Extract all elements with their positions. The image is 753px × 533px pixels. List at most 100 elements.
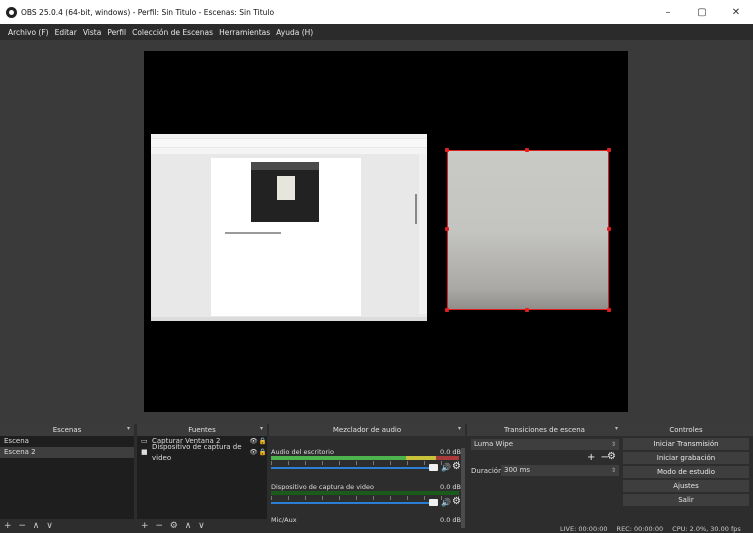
duration-label: Duración bbox=[471, 467, 503, 475]
video-capture-icon: ■ bbox=[141, 448, 148, 456]
captured-format-bar bbox=[151, 148, 427, 154]
volume-meter bbox=[271, 491, 459, 495]
sources-dock: Fuentes ▾ ▭ Capturar Ventana 2 👁 🔒 ■ Dis… bbox=[137, 424, 267, 533]
channel-db: 0.0 dB bbox=[440, 516, 461, 524]
preview-area bbox=[0, 40, 753, 424]
menu-bar: Archivo (F) Editar Vista Perfil Colecció… bbox=[0, 24, 753, 40]
scene-item-selected[interactable]: Escena 2 bbox=[0, 447, 134, 458]
volume-slider[interactable] bbox=[271, 502, 431, 504]
duration-value: 300 ms bbox=[504, 466, 531, 474]
captured-status-bar bbox=[151, 317, 427, 321]
mixer-channel: Audio del escritorio 0.0 dB 🔊 ⚙ bbox=[269, 448, 465, 480]
channel-name: Dispositivo de captura de video bbox=[271, 483, 374, 491]
window-title: OBS 25.0.4 (64-bit, windows) - Perfil: S… bbox=[21, 7, 275, 17]
resize-handle[interactable] bbox=[607, 148, 611, 152]
source-label: Dispositivo de captura de video bbox=[152, 442, 242, 462]
captured-scrollbar bbox=[415, 194, 417, 224]
volume-slider-knob[interactable] bbox=[429, 499, 438, 506]
transitions-title: Transiciones de escena bbox=[504, 426, 585, 434]
sources-toolbar[interactable]: + − ⚙ ∧ ∨ bbox=[137, 519, 267, 533]
captured-menu-bar bbox=[151, 134, 427, 138]
gear-icon[interactable]: ⚙ bbox=[452, 496, 461, 507]
gear-icon[interactable]: ⚙ bbox=[452, 461, 461, 472]
close-button[interactable]: ✕ bbox=[719, 0, 753, 24]
mixer-title: Mezclador de audio bbox=[332, 426, 402, 434]
controls-dock: Controles Iniciar Transmisión Iniciar gr… bbox=[619, 424, 753, 533]
start-recording-button[interactable]: Iniciar grabación bbox=[623, 452, 749, 464]
menu-editar[interactable]: Editar bbox=[55, 28, 77, 37]
channel-name: Mic/Aux bbox=[271, 516, 297, 524]
window-capture-source[interactable] bbox=[151, 134, 427, 321]
lock-icon[interactable]: 🔒 bbox=[258, 436, 267, 447]
resize-handle[interactable] bbox=[607, 308, 611, 312]
settings-button[interactable]: Ajustes bbox=[623, 480, 749, 492]
channel-name: Audio del escritorio bbox=[271, 448, 334, 456]
title-bar: OBS 25.0.4 (64-bit, windows) - Perfil: S… bbox=[0, 0, 753, 24]
dock-menu-icon[interactable]: ▾ bbox=[127, 425, 130, 432]
minimize-button[interactable]: – bbox=[651, 0, 685, 24]
chevron-down-icon: ⇕ bbox=[610, 441, 616, 448]
channel-db: 0.0 dB bbox=[440, 483, 461, 491]
scene-item[interactable]: Escena bbox=[0, 436, 134, 447]
gear-icon[interactable]: ⚙ bbox=[607, 451, 616, 462]
visibility-eye-icon[interactable]: 👁 bbox=[249, 436, 258, 447]
mixer-channel: Dispositivo de captura de video 0.0 dB 🔊… bbox=[269, 483, 465, 515]
preview-canvas[interactable] bbox=[144, 51, 628, 412]
resize-handle[interactable] bbox=[445, 227, 449, 231]
dock-menu-icon[interactable]: ▾ bbox=[260, 425, 263, 432]
speaker-icon[interactable]: 🔊 bbox=[441, 498, 451, 507]
studio-mode-button[interactable]: Modo de estudio bbox=[623, 466, 749, 478]
live-timer: LIVE: 00:00:00 bbox=[560, 524, 608, 533]
menu-ayuda[interactable]: Ayuda (H) bbox=[276, 28, 313, 37]
speaker-icon[interactable]: 🔊 bbox=[441, 463, 451, 472]
rec-timer: REC: 00:00:00 bbox=[616, 524, 664, 533]
audio-mixer-dock: Mezclador de audio ▾ Audio del escritori… bbox=[269, 424, 465, 533]
video-capture-source[interactable] bbox=[445, 148, 611, 312]
menu-archivo[interactable]: Archivo (F) bbox=[8, 28, 49, 37]
visibility-eye-icon[interactable]: 👁 bbox=[249, 447, 258, 458]
captured-toolbar bbox=[151, 139, 427, 147]
captured-sidebar bbox=[419, 154, 427, 314]
scenes-dock: Escenas ▾ Escena Escena 2 + − ∧ ∨ bbox=[0, 424, 134, 533]
mixer-channel: Mic/Aux 0.0 dB bbox=[269, 516, 465, 524]
window-controls: – ▢ ✕ bbox=[651, 0, 753, 24]
scenes-list: Escena Escena 2 bbox=[0, 436, 134, 519]
menu-perfil[interactable]: Perfil bbox=[107, 28, 126, 37]
resize-handle[interactable] bbox=[607, 227, 611, 231]
controls-title: Controles bbox=[669, 426, 703, 434]
captured-document-page bbox=[211, 158, 361, 316]
dock-menu-icon[interactable]: ▾ bbox=[458, 425, 461, 432]
duration-input[interactable]: 300 ms ⇕ bbox=[501, 465, 619, 476]
source-item[interactable]: ■ Dispositivo de captura de video 👁 🔒 bbox=[137, 443, 267, 462]
volume-slider[interactable] bbox=[271, 467, 431, 469]
resize-handle[interactable] bbox=[525, 308, 529, 312]
start-streaming-button[interactable]: Iniciar Transmisión bbox=[623, 438, 749, 450]
scenes-header: Escenas ▾ bbox=[0, 424, 134, 436]
menu-herramientas[interactable]: Herramientas bbox=[219, 28, 270, 37]
transition-select-value: Luma Wipe bbox=[474, 440, 514, 448]
menu-coleccion-escenas[interactable]: Colección de Escenas bbox=[132, 28, 213, 37]
docks-area: Escenas ▾ Escena Escena 2 + − ∧ ∨ Fuente… bbox=[0, 424, 753, 533]
exit-button[interactable]: Salir bbox=[623, 494, 749, 506]
spinner-icon[interactable]: ⇕ bbox=[611, 465, 616, 476]
mixer-header: Mezclador de audio ▾ bbox=[269, 424, 465, 436]
volume-slider-knob[interactable] bbox=[429, 464, 438, 471]
sources-title: Fuentes bbox=[188, 426, 216, 434]
transitions-dock: Transiciones de escena ▾ Luma Wipe ⇕ + −… bbox=[467, 424, 622, 533]
menu-vista[interactable]: Vista bbox=[83, 28, 102, 37]
volume-meter bbox=[271, 456, 459, 460]
captured-embedded-image bbox=[251, 162, 319, 222]
sources-list: ▭ Capturar Ventana 2 👁 🔒 ■ Dispositivo d… bbox=[137, 436, 267, 519]
maximize-button[interactable]: ▢ bbox=[685, 0, 719, 24]
channel-db: 0.0 dB bbox=[440, 448, 461, 456]
lock-icon[interactable]: 🔒 bbox=[258, 447, 267, 458]
resize-handle[interactable] bbox=[525, 148, 529, 152]
dock-menu-icon[interactable]: ▾ bbox=[615, 425, 618, 432]
resize-handle[interactable] bbox=[445, 308, 449, 312]
cpu-fps: CPU: 2.0%, 30.00 fps bbox=[672, 524, 741, 533]
resize-handle[interactable] bbox=[445, 148, 449, 152]
status-bar: LIVE: 00:00:00 REC: 00:00:00 CPU: 2.0%, … bbox=[560, 524, 753, 533]
transition-select[interactable]: Luma Wipe ⇕ bbox=[471, 439, 619, 450]
scenes-toolbar[interactable]: + − ∧ ∨ bbox=[0, 519, 134, 533]
mixer-scrollbar[interactable] bbox=[461, 448, 465, 528]
